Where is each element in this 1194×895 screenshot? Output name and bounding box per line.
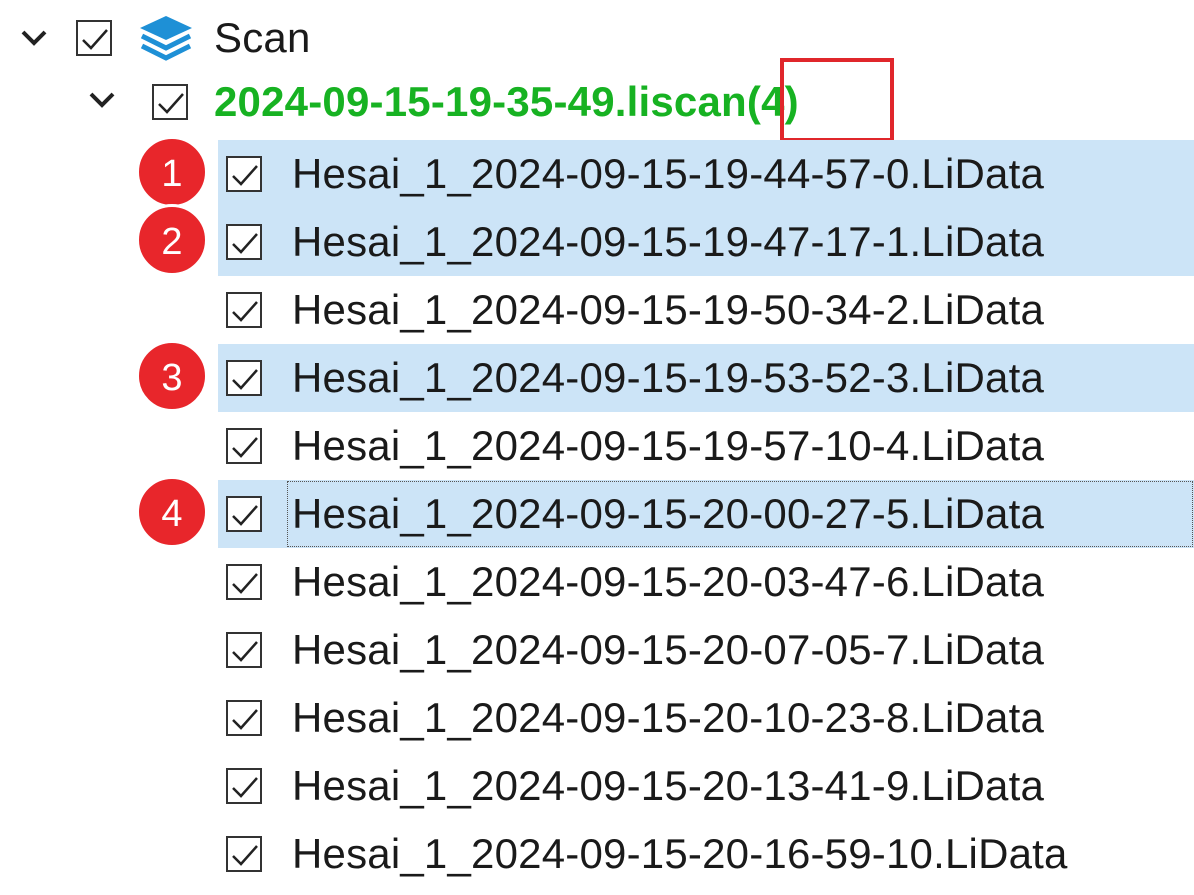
step-badge: 4 — [136, 476, 208, 548]
step-badge: 3 — [136, 340, 208, 412]
item-label: Hesai_1_2024-09-15-20-16-59-10.LiData — [292, 830, 1068, 877]
item-checkbox[interactable] — [226, 224, 262, 260]
item-checkbox[interactable] — [226, 632, 262, 668]
highlight-box — [780, 58, 894, 142]
scan-file-checkbox[interactable] — [152, 84, 188, 120]
item-checkbox[interactable] — [226, 292, 262, 328]
item-label: Hesai_1_2024-09-15-19-57-10-4.LiData — [292, 422, 1045, 469]
item-checkbox[interactable] — [226, 360, 262, 396]
root-label[interactable]: Scan — [214, 14, 311, 62]
item-checkbox[interactable] — [226, 768, 262, 804]
item-label: Hesai_1_2024-09-15-20-13-41-9.LiData — [292, 762, 1045, 809]
step-badge: 1 — [136, 136, 208, 208]
item-label: Hesai_1_2024-09-15-19-53-52-3.LiData — [292, 354, 1045, 401]
item-label: Hesai_1_2024-09-15-19-50-34-2.LiData — [292, 286, 1045, 333]
tree-view: Scan 2024-09-15-19-35-49.liscan(4) Hesai… — [0, 0, 1194, 895]
item-checkbox[interactable] — [226, 564, 262, 600]
item-checkbox[interactable] — [226, 156, 262, 192]
scan-file-label[interactable]: 2024-09-15-19-35-49.liscan(4) — [214, 78, 799, 126]
chevron-down-icon[interactable] — [82, 80, 122, 120]
chevron-down-icon[interactable] — [14, 18, 54, 58]
root-checkbox[interactable] — [76, 20, 112, 56]
item-checkbox[interactable] — [226, 836, 262, 872]
item-label: Hesai_1_2024-09-15-20-10-23-8.LiData — [292, 694, 1045, 741]
layers-icon — [138, 14, 194, 62]
step-badge: 2 — [136, 204, 208, 276]
item-checkbox[interactable] — [226, 700, 262, 736]
item-checkbox[interactable] — [226, 428, 262, 464]
item-label: Hesai_1_2024-09-15-20-07-05-7.LiData — [292, 626, 1045, 673]
item-label: Hesai_1_2024-09-15-20-03-47-6.LiData — [292, 558, 1045, 605]
item-checkbox[interactable] — [226, 496, 262, 532]
item-label: Hesai_1_2024-09-15-20-00-27-5.LiData — [292, 490, 1045, 537]
item-label: Hesai_1_2024-09-15-19-47-17-1.LiData — [292, 218, 1045, 265]
scan-file-name: 2024-09-15-19-35-49.liscan — [214, 78, 747, 125]
item-label: Hesai_1_2024-09-15-19-44-57-0.LiData — [292, 150, 1045, 197]
